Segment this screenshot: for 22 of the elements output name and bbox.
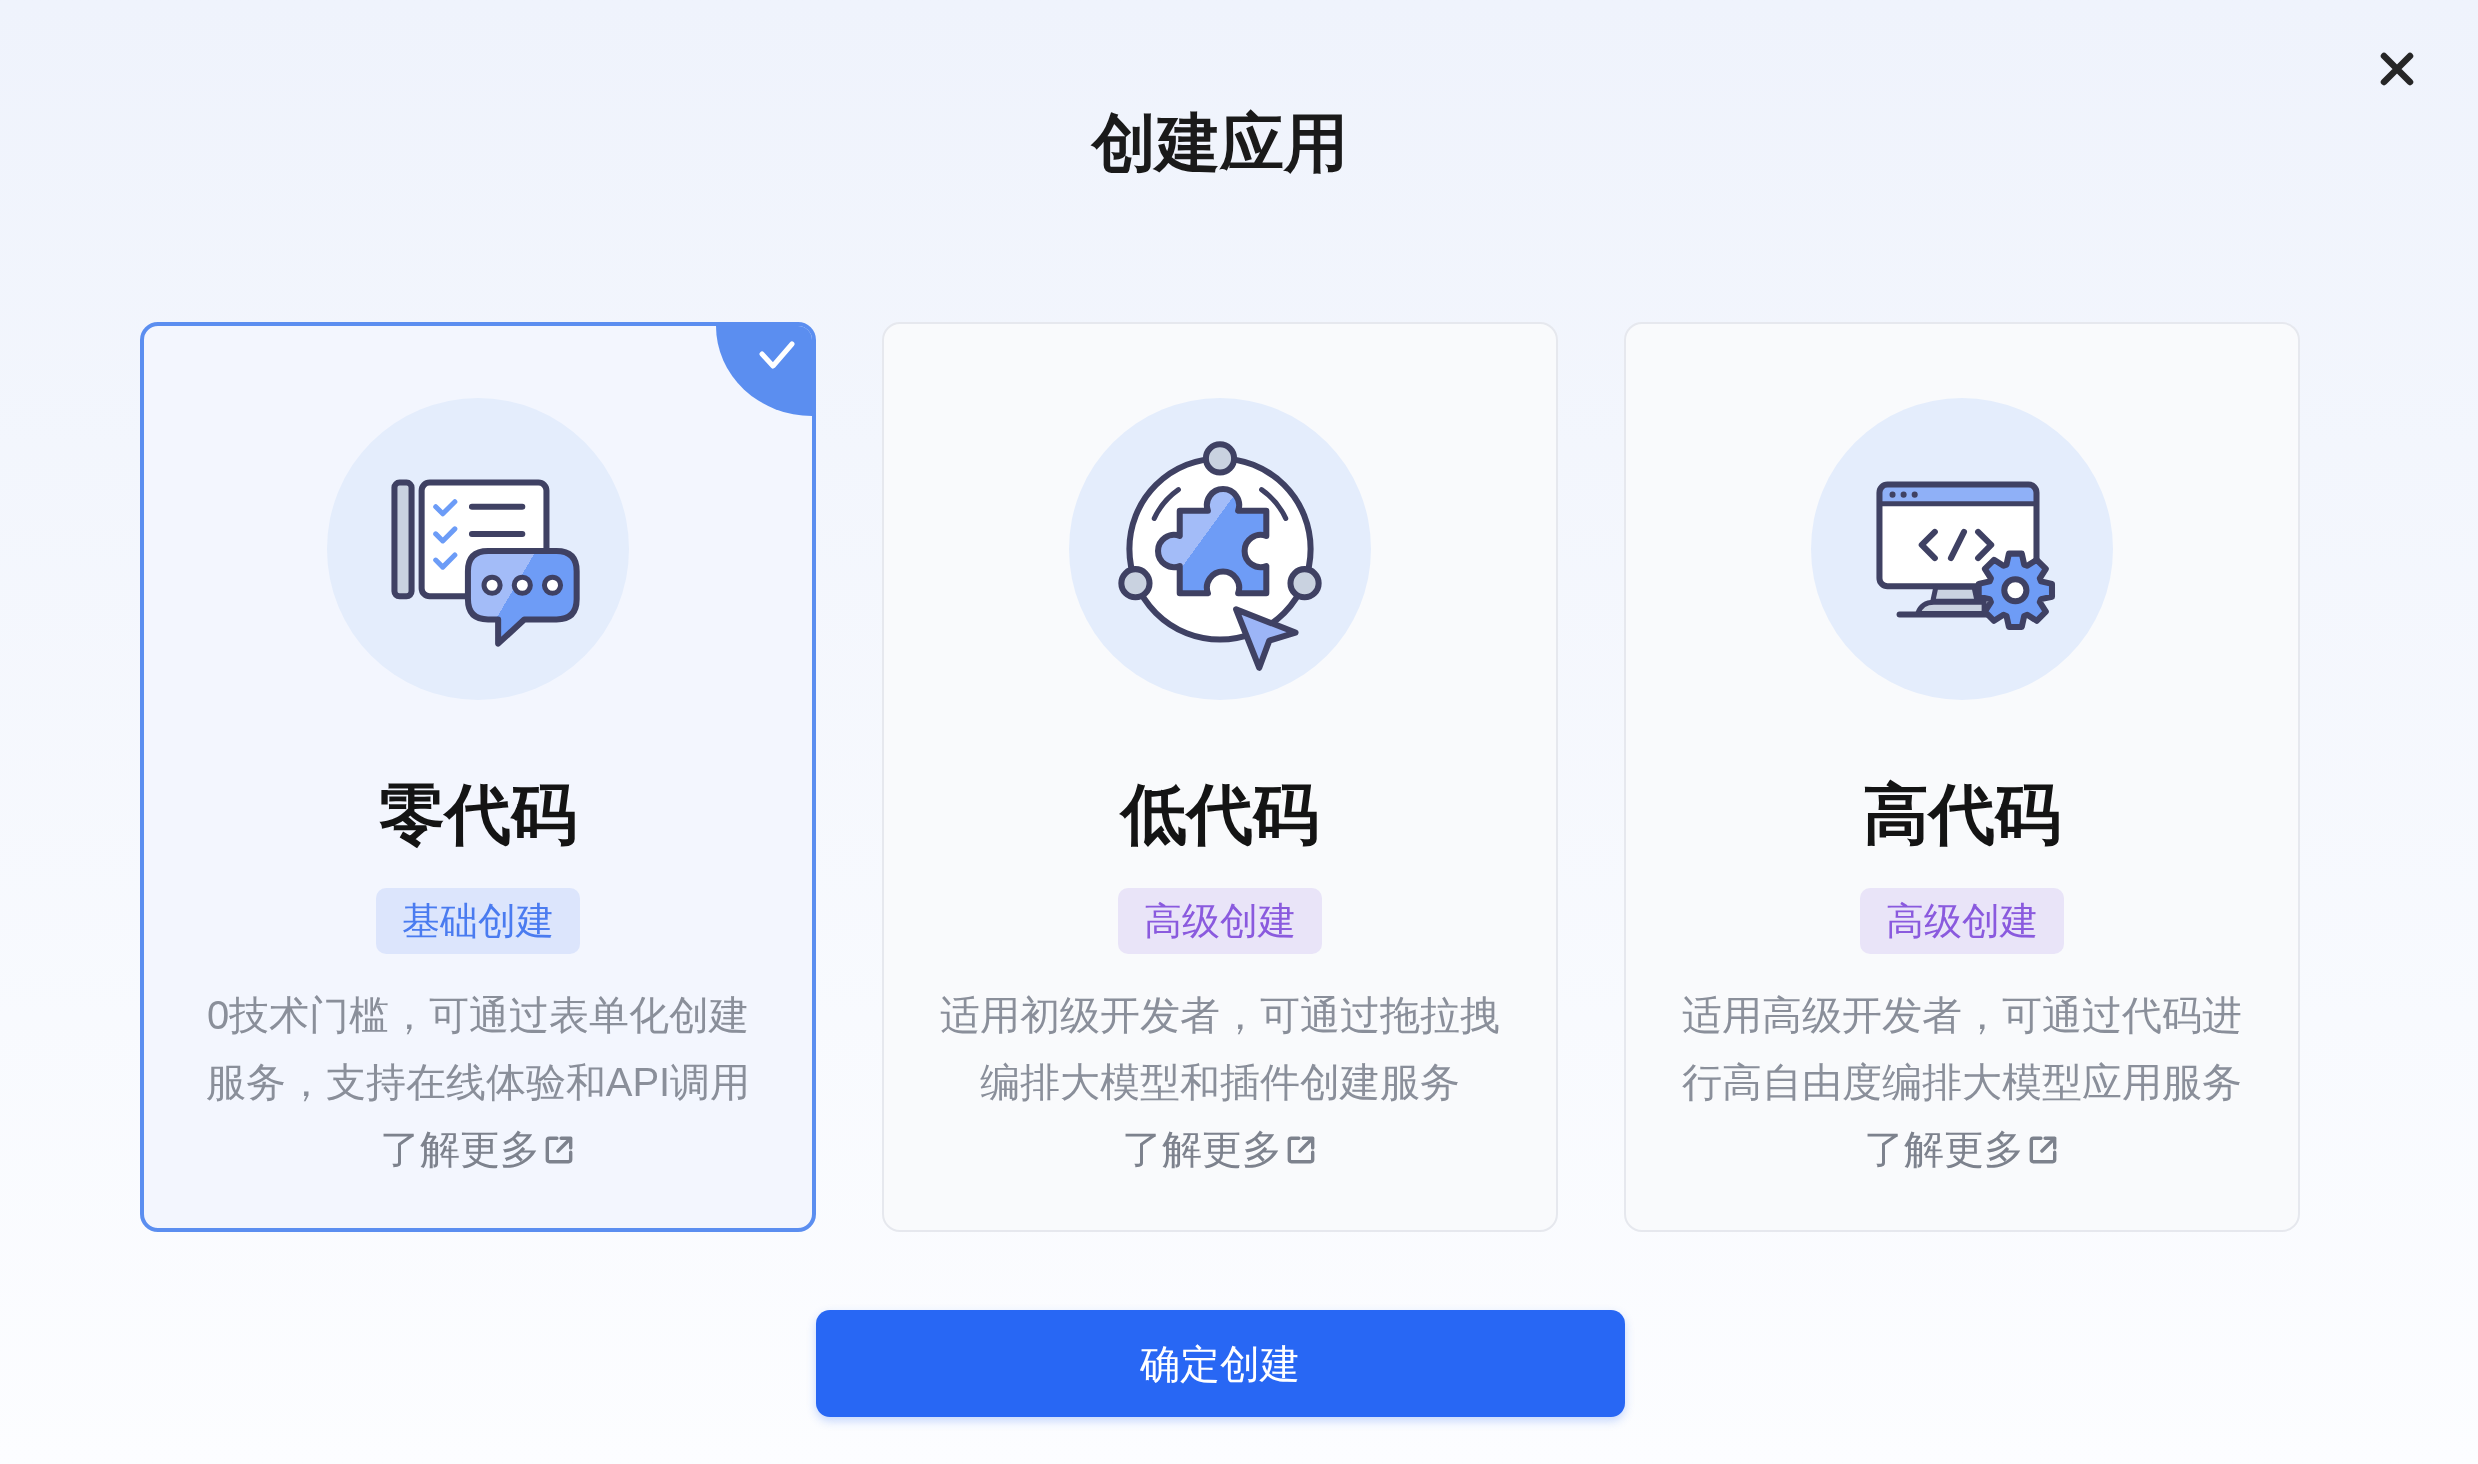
option-card[interactable]: 零代码 基础创建 0技术门槛，可通过表单化创建服务，支持在线体验和API调用 了解更多 [140, 322, 816, 1232]
dialog-title: 创建应用 [1092, 106, 1348, 181]
card-description: 0技术门槛，可通过表单化创建服务，支持在线体验和API调用 [204, 992, 752, 1106]
card-title: 零代码 [379, 776, 577, 853]
card-description: 适用高级开发者，可通过代码进行高自由度编排大模型应用服务 [1681, 992, 2243, 1106]
check-badge-icon [716, 326, 812, 416]
card-title: 高代码 [1863, 776, 2061, 853]
card-title: 低代码 [1121, 776, 1319, 853]
checklist-chat-icon [327, 398, 629, 700]
category-tag: 基础创建 [376, 888, 580, 954]
confirm-button[interactable]: 确定创建 [815, 1310, 1625, 1417]
close-icon [2380, 52, 2414, 86]
learn-more-link[interactable]: 了解更多 [1122, 1116, 1318, 1183]
option-card[interactable]: 低代码 高级创建 适用初级开发者，可通过拖拉拽编排大模型和插件创建服务 了解更多 [882, 322, 1558, 1232]
option-card[interactable]: 高代码 高级创建 适用高级开发者，可通过代码进行高自由度编排大模型应用服务 了解更多 [1624, 322, 2300, 1232]
category-tag: 高级创建 [1860, 888, 2064, 954]
learn-more-link[interactable]: 了解更多 [1864, 1116, 2060, 1183]
learn-more-link[interactable]: 了解更多 [380, 1116, 576, 1183]
puzzle-cursor-icon [1069, 398, 1371, 700]
card-description: 适用初级开发者，可通过拖拉拽编排大模型和插件创建服务 [939, 992, 1501, 1106]
category-tag: 高级创建 [1118, 888, 1322, 954]
code-monitor-gear-icon [1811, 398, 2113, 700]
